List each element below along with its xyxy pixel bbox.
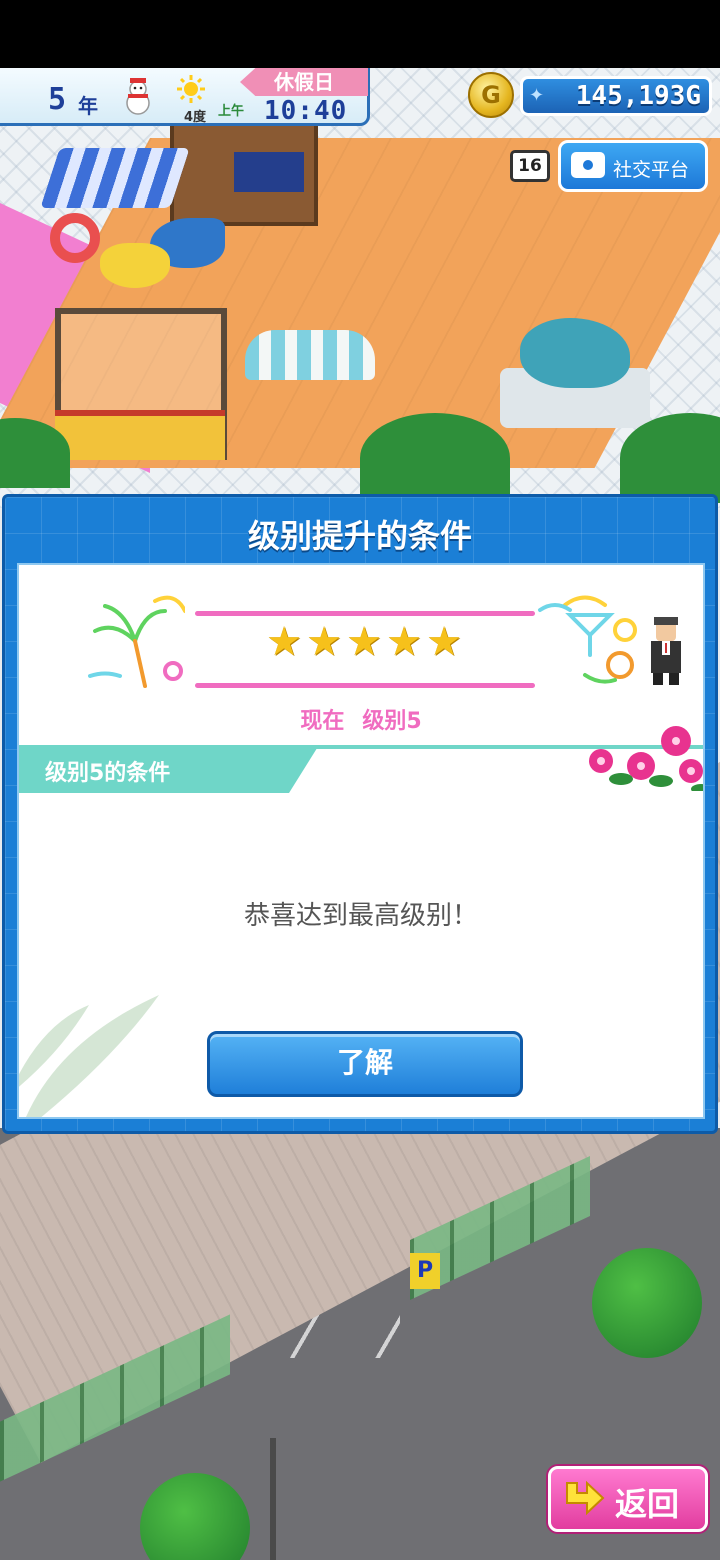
current-level-value: 级别5 bbox=[362, 709, 422, 734]
parking-sign: P bbox=[410, 1253, 440, 1289]
life-ring bbox=[50, 213, 100, 263]
condition-tab-label: 级别5的条件 bbox=[45, 761, 171, 786]
level-stars: ★ ★ ★ ★ ★ bbox=[265, 619, 465, 665]
status-bar bbox=[0, 0, 720, 68]
date-time-panel: 5 年 4度 休假日 上午 10:40 bbox=[0, 68, 370, 126]
condition-tab: 级别5的条件 bbox=[19, 745, 319, 793]
blue-striped-awning[interactable] bbox=[40, 148, 190, 208]
booth-counter bbox=[55, 410, 225, 460]
social-platform-button[interactable]: 社交平台 bbox=[558, 140, 708, 192]
green-umbrella bbox=[360, 413, 510, 503]
dialog-panel: ★ ★ ★ ★ ★ 现在 级别5 级别5的条件 恭喜达到最高级别！ 了解 bbox=[17, 563, 705, 1119]
temperature: 4度 bbox=[184, 110, 207, 125]
banner-line-top bbox=[195, 611, 535, 616]
ok-button[interactable]: 了解 bbox=[207, 1031, 523, 1097]
snowman-icon bbox=[126, 78, 150, 115]
street-lamp bbox=[270, 1438, 276, 1560]
hibiscus-flowers-icon bbox=[589, 726, 703, 791]
banana-boat bbox=[100, 243, 170, 288]
neon-palm-icon bbox=[88, 595, 185, 688]
banner-line-bottom bbox=[195, 683, 535, 688]
tree bbox=[592, 1248, 702, 1358]
dialog-title: 级别提升的条件 bbox=[247, 517, 472, 555]
star-icon: ★ bbox=[306, 619, 342, 665]
neon-sundae-icon bbox=[538, 595, 637, 684]
back-button-label: 返回 bbox=[615, 1485, 680, 1523]
cart-awning[interactable] bbox=[245, 330, 375, 380]
camera-icon bbox=[571, 152, 605, 178]
star-icon: ★ bbox=[266, 619, 302, 665]
back-button[interactable]: 返回 bbox=[548, 1466, 708, 1532]
social-button-label: 社交平台 bbox=[613, 159, 690, 181]
congratulations-message: 恭喜达到最高级别！ bbox=[243, 901, 478, 931]
holiday-badge: 休假日 bbox=[240, 68, 368, 96]
am-pm-label: 上午 bbox=[218, 104, 245, 119]
level-up-dialog: 级别提升的条件 ★ ★ ★ ★ ★ 现在 级别5 级别5的条件 恭喜达到最高级别… bbox=[2, 494, 718, 1134]
research-icon: ✦ bbox=[529, 85, 545, 106]
star-icon: ★ bbox=[386, 619, 422, 665]
money-amount: 145,193G bbox=[575, 81, 701, 111]
coin-letter: G bbox=[481, 81, 501, 109]
coin-icon: G bbox=[468, 72, 514, 118]
year-number: 5 bbox=[48, 82, 67, 117]
year-unit: 年 bbox=[78, 94, 98, 118]
star-icon: ★ bbox=[426, 619, 462, 665]
palm-leaf-watermark bbox=[19, 995, 159, 1117]
money-display[interactable]: ✦ 145,193G bbox=[520, 76, 712, 116]
sun-icon bbox=[177, 75, 205, 103]
back-arrow-icon bbox=[566, 1480, 605, 1516]
stall-sign bbox=[234, 152, 304, 192]
star-icon: ★ bbox=[346, 619, 382, 665]
clock-time: 10:40 bbox=[264, 96, 348, 126]
manager-avatar bbox=[651, 617, 681, 685]
current-label: 现在 bbox=[300, 709, 345, 734]
snack-booth[interactable] bbox=[55, 308, 227, 460]
level-banner: ★ ★ ★ ★ ★ bbox=[85, 585, 645, 705]
age-rating-badge: 16 bbox=[510, 150, 550, 182]
